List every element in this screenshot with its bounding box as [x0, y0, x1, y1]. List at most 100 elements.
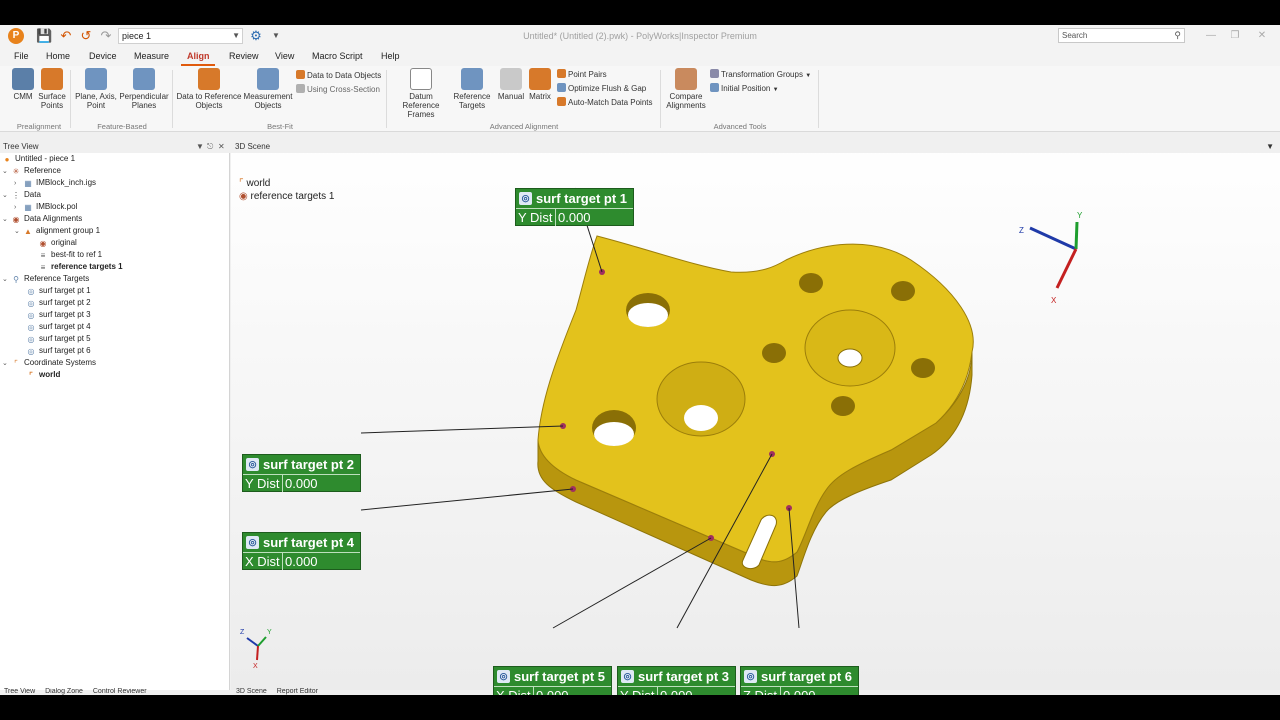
- mini-triad-z-axis: [246, 637, 259, 647]
- minimize-icon[interactable]: —: [1204, 29, 1218, 43]
- measurement-objects-button[interactable]: Measurement Objects: [242, 68, 294, 110]
- triad-x-label: X: [1051, 296, 1057, 305]
- tree-item-original[interactable]: ◉ original: [38, 237, 77, 249]
- using-cross-section-button[interactable]: Using Cross-Section: [296, 84, 380, 96]
- collapse-icon[interactable]: ⌄: [2, 274, 11, 286]
- tab-report-editor[interactable]: Report Editor: [277, 688, 318, 695]
- collapse-icon[interactable]: ⌄: [14, 226, 23, 238]
- tree-item-target-6[interactable]: ◎ surf target pt 6: [26, 345, 91, 357]
- app-logo-icon[interactable]: P: [8, 28, 24, 44]
- close-icon[interactable]: ✕: [1255, 29, 1269, 43]
- menu-align[interactable]: Align: [187, 51, 210, 61]
- perpendicular-planes-button[interactable]: Perpendicular Planes: [118, 68, 170, 110]
- menu-help[interactable]: Help: [381, 51, 400, 61]
- leader-line: [360, 488, 574, 511]
- annotation-target-4[interactable]: ◎ surf target pt 4 X Dist 0.000: [242, 532, 361, 570]
- tab-dialog-zone[interactable]: Dialog Zone: [45, 688, 83, 695]
- maximize-icon[interactable]: ❐: [1228, 29, 1242, 43]
- tree-item-igs[interactable]: › ▦ IMBlock_inch.igs: [14, 177, 96, 189]
- tree-item-world[interactable]: ⌜ world: [26, 369, 60, 381]
- tree-item-target-1[interactable]: ◎ surf target pt 1: [26, 285, 91, 297]
- piece-select[interactable]: piece 1 ▼: [118, 28, 243, 44]
- tree-item-label: Untitled - piece 1: [15, 154, 76, 163]
- menu-review[interactable]: Review: [229, 51, 259, 61]
- customize-toolbar-icon[interactable]: ▼: [268, 28, 284, 44]
- tree-item-alignment-group[interactable]: ⌄ ▲ alignment group 1: [14, 225, 100, 237]
- menu-macro-script[interactable]: Macro Script: [312, 51, 363, 61]
- initial-position-icon: [710, 83, 719, 92]
- data-to-reference-button[interactable]: Data to Reference Objects: [175, 68, 243, 110]
- matrix-button[interactable]: Matrix: [527, 68, 553, 101]
- collapse-icon[interactable]: ⌄: [2, 190, 11, 202]
- redo-icon[interactable]: ↷: [98, 28, 114, 44]
- piece-manager-icon[interactable]: ⚙: [248, 28, 264, 44]
- panel-menu-icon[interactable]: ▼: [1266, 140, 1274, 153]
- undo-icon[interactable]: ↶: [58, 28, 74, 44]
- point-pairs-button[interactable]: Point Pairs: [557, 69, 607, 81]
- ribbon: CMM Surface Points Prealignment Plane, A…: [0, 66, 1280, 132]
- optimize-flush-gap-button[interactable]: Optimize Flush & Gap: [557, 83, 646, 95]
- target-icon: ◎: [27, 311, 35, 320]
- menu-measure[interactable]: Measure: [134, 51, 169, 61]
- panel-menu-icon[interactable]: ▼: [196, 140, 204, 153]
- tab-control-reviewer[interactable]: Control Reviewer: [93, 688, 147, 695]
- close-panel-icon[interactable]: ✕: [218, 140, 225, 153]
- annotation-target-1[interactable]: ◎ surf target pt 1 Y Dist 0.000: [515, 188, 634, 226]
- counterbore: [804, 309, 896, 387]
- transformation-groups-button[interactable]: Transformation Groups ▼: [710, 69, 811, 82]
- undo-history-icon[interactable]: ↺: [78, 28, 94, 44]
- reference-targets-button[interactable]: Reference Targets: [453, 68, 491, 110]
- tree-item-project[interactable]: ● Untitled - piece 1: [2, 153, 75, 165]
- tree-item-target-4[interactable]: ◎ surf target pt 4: [26, 321, 91, 333]
- tree-item-label: IMBlock_inch.igs: [36, 178, 97, 187]
- collapse-icon[interactable]: ⌄: [2, 166, 11, 178]
- tree-item-pol[interactable]: › ▦ IMBlock.pol: [14, 201, 77, 213]
- search-input[interactable]: Search ⚲: [1058, 28, 1185, 43]
- tree-view-panel: Tree View ▼ ⎋ ✕ ● Untitled - piece 1 ⌄ ✳ Re…: [0, 140, 230, 690]
- pin-icon[interactable]: ⎋: [207, 140, 213, 153]
- annotation-target-3[interactable]: ◎surf target pt 3 Y Dist0.000: [617, 666, 736, 695]
- hole: [799, 273, 823, 293]
- hole: [831, 396, 855, 416]
- tree-item-data[interactable]: ⌄ ⋮ Data: [2, 189, 41, 201]
- data-to-data-button[interactable]: Data to Data Objects: [296, 70, 381, 82]
- tab-tree-view[interactable]: Tree View: [4, 688, 35, 695]
- alignment-group-icon: ▲: [24, 227, 32, 236]
- group-advanced-alignment: Advanced Alignment: [489, 122, 559, 131]
- tree-item-target-3[interactable]: ◎ surf target pt 3: [26, 309, 91, 321]
- annotation-target-2[interactable]: ◎ surf target pt 2 Y Dist 0.000: [242, 454, 361, 492]
- menu-view[interactable]: View: [275, 51, 294, 61]
- tree-item-coordinate-systems[interactable]: ⌄ ⌜ Coordinate Systems: [2, 357, 96, 369]
- tree-item-target-2[interactable]: ◎ surf target pt 2: [26, 297, 91, 309]
- 3d-scene-canvas[interactable]: Z Y X Z Y X: [231, 140, 1280, 690]
- cmm-button[interactable]: CMM: [10, 68, 36, 101]
- tree-item-reference[interactable]: ⌄ ✳ Reference: [2, 165, 61, 177]
- target-icon: ◎: [744, 670, 757, 683]
- mini-triad-y-axis: [257, 636, 267, 647]
- tab-3d-scene[interactable]: 3D Scene: [236, 688, 267, 695]
- surface-points-button[interactable]: Surface Points: [37, 68, 67, 110]
- initial-position-button[interactable]: Initial Position ▼: [710, 83, 779, 96]
- tree-item-label: surf target pt 4: [39, 322, 91, 331]
- menu-home[interactable]: Home: [46, 51, 70, 61]
- annotation-title: surf target pt 2: [263, 457, 355, 472]
- group-prealignment: Prealignment: [16, 122, 62, 131]
- annotation-target-6[interactable]: ◎ surf target pt 6 Z Dist0.000: [740, 666, 859, 695]
- tree-item-best-fit[interactable]: ≡ best-fit to ref 1: [38, 249, 102, 261]
- manual-button[interactable]: Manual: [496, 68, 526, 101]
- collapse-icon[interactable]: ⌄: [2, 214, 11, 226]
- datum-reference-frames-button[interactable]: Datum Reference Frames: [390, 68, 452, 119]
- tree-item-reference-targets[interactable]: ⌄ ⚲ Reference Targets: [2, 273, 89, 285]
- menu-file[interactable]: File: [14, 51, 29, 61]
- plane-axis-point-button[interactable]: Plane, Axis, Point: [74, 68, 118, 110]
- collapse-icon[interactable]: ⌄: [2, 358, 11, 370]
- tree-item-reference-targets-1[interactable]: ≡ reference targets 1: [38, 261, 123, 273]
- compare-alignments-button[interactable]: Compare Alignments: [664, 68, 708, 110]
- auto-match-button[interactable]: Auto-Match Data Points: [557, 97, 652, 109]
- save-icon[interactable]: 💾: [36, 28, 52, 44]
- triad-x-axis: [1055, 248, 1078, 289]
- tree-item-target-5[interactable]: ◎ surf target pt 5: [26, 333, 91, 345]
- menu-device[interactable]: Device: [89, 51, 117, 61]
- tree-item-data-alignments[interactable]: ⌄ ◉ Data Alignments: [2, 213, 82, 225]
- 3d-scene-panel[interactable]: Z Y X Z Y X 3D Scene ▼ ⌜ world ◉ referen…: [231, 140, 1280, 695]
